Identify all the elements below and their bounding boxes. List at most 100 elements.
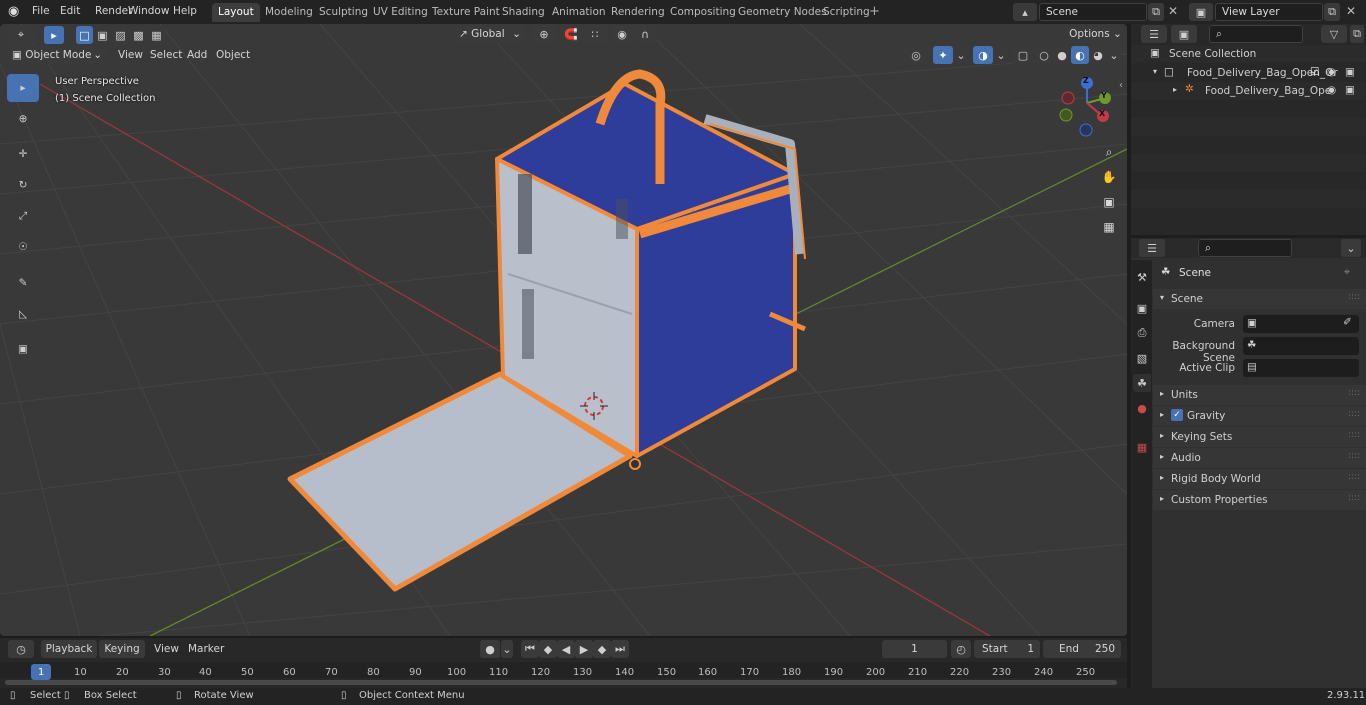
shading-menu-chevron-icon[interactable]: ⌄ <box>1107 46 1121 64</box>
outliner-row-collection[interactable]: ▾ □ Food_Delivery_Bag_Open_Or ☑ ◉ ▣ <box>1131 64 1366 82</box>
properties-editor-type-icon[interactable]: ☰ <box>1139 239 1165 257</box>
object-mode-dropdown[interactable]: ▣ Object Mode ⌄ <box>8 46 106 64</box>
auto-key-chevron-icon[interactable]: ⌄ <box>501 640 513 658</box>
material-preview-icon[interactable]: ◐ <box>1071 46 1089 64</box>
proportional-editing-icon[interactable]: ◉ <box>612 25 632 43</box>
mode-difference-icon[interactable]: ▩ <box>130 26 147 44</box>
view-layer-tab-icon[interactable]: ▧ <box>1133 349 1151 367</box>
output-properties-tab-icon[interactable]: ⎙ <box>1133 324 1151 342</box>
menu-file[interactable]: File <box>27 3 55 20</box>
start-frame-field[interactable]: Start 1 <box>974 640 1040 658</box>
new-scene-icon[interactable]: ⧉ <box>1148 3 1164 21</box>
background-scene-field[interactable]: ☘ <box>1243 337 1359 355</box>
tab-rendering[interactable]: Rendering <box>605 3 671 22</box>
camera-render-icon[interactable]: ▣ <box>1345 66 1355 78</box>
blender-logo-icon[interactable]: ◉ <box>8 4 24 20</box>
jump-end-icon[interactable]: ⏭ <box>611 640 629 658</box>
rigid-body-world-panel-header[interactable]: ▸ Rigid Body World :::: <box>1153 469 1366 489</box>
timeline-menu-keying[interactable]: Keying ⌄ <box>99 640 145 673</box>
editor-type-icon[interactable]: ⌖ <box>8 26 34 44</box>
falloff-icon[interactable]: ∩ <box>633 25 657 43</box>
properties-search-input[interactable]: ⌕ <box>1198 239 1292 257</box>
units-panel-header[interactable]: ▸ Units :::: <box>1153 385 1366 405</box>
mode-intersect-icon[interactable]: ▦ <box>148 26 165 44</box>
rendered-shading-icon[interactable]: ◕ <box>1089 46 1107 64</box>
drag-handle-icon[interactable]: :::: <box>1348 430 1360 440</box>
tab-animation[interactable]: Animation <box>546 3 612 22</box>
timeline-menu-marker[interactable]: Marker <box>182 640 230 658</box>
eyedropper-icon[interactable]: ✐ <box>1343 316 1352 328</box>
tool-scale-icon[interactable]: ⤢ <box>7 202 39 230</box>
render-properties-tab-icon[interactable]: ▣ <box>1133 299 1151 317</box>
gravity-panel-header[interactable]: ▸ ✓ Gravity :::: <box>1153 406 1366 426</box>
timeline-menu-view[interactable]: View <box>148 640 185 658</box>
sidebar-toggle-chevron-icon[interactable]: ‹ <box>1119 80 1123 91</box>
timeline-editor-type-icon[interactable]: ◷ <box>8 640 34 658</box>
tab-shading[interactable]: Shading <box>496 3 551 22</box>
solid-shading-icon[interactable]: ● <box>1053 46 1071 64</box>
tab-modeling[interactable]: Modeling <box>259 3 319 22</box>
drag-handle-icon[interactable]: :::: <box>1348 451 1360 461</box>
drag-handle-icon[interactable]: :::: <box>1348 493 1360 503</box>
custom-properties-panel-header[interactable]: ▸ Custom Properties :::: <box>1153 490 1366 510</box>
scene-panel-header[interactable]: ▾ Scene :::: <box>1153 289 1366 309</box>
navigation-gizmo[interactable] <box>1059 77 1111 137</box>
camera-render-icon[interactable]: ▣ <box>1345 84 1355 96</box>
tool-measure-icon[interactable]: ◺ <box>7 300 39 328</box>
eye-icon[interactable]: ◉ <box>1327 66 1336 78</box>
drag-handle-icon[interactable]: :::: <box>1348 409 1360 419</box>
options-dropdown[interactable]: Options ⌄ <box>1068 25 1123 43</box>
gravity-checkbox[interactable]: ✓ <box>1171 409 1183 421</box>
xray-toggle-icon[interactable]: ▢ <box>1013 46 1033 64</box>
scene-name-field[interactable]: Scene <box>1039 3 1147 21</box>
active-clip-field[interactable]: ▤ <box>1243 359 1359 377</box>
tab-compositing[interactable]: Compositing <box>664 3 742 22</box>
tab-scripting[interactable]: Scripting <box>817 3 876 22</box>
delete-scene-icon[interactable]: ✕ <box>1168 4 1178 18</box>
play-icon[interactable]: ▶ <box>575 640 593 658</box>
camera-field[interactable]: ▣ ✐ <box>1243 315 1359 333</box>
camera-view-icon[interactable]: ▣ <box>1098 191 1120 213</box>
visibility-filter-icon[interactable]: ◎ <box>903 46 929 64</box>
expand-chevron-icon[interactable]: ▸ <box>1173 85 1177 94</box>
drag-handle-icon[interactable]: :::: <box>1348 472 1360 482</box>
add-workspace-icon[interactable]: + <box>869 5 883 19</box>
end-frame-field[interactable]: End 250 <box>1043 640 1121 658</box>
mode-extend-icon[interactable]: ▣ <box>94 26 111 44</box>
menu-window[interactable]: Window <box>123 3 174 20</box>
play-reverse-icon[interactable]: ◀ <box>557 640 575 658</box>
eye-icon[interactable]: ◉ <box>1327 84 1336 96</box>
tool-select-box-icon[interactable]: ▸ <box>7 74 39 102</box>
tool-cursor-icon[interactable]: ⊕ <box>7 105 39 133</box>
checkbox-icon[interactable]: ☑ <box>1310 66 1319 78</box>
drag-handle-icon[interactable]: :::: <box>1348 292 1360 302</box>
view-layer-field[interactable]: View Layer <box>1215 3 1323 21</box>
current-frame-field[interactable]: 1 <box>882 640 947 658</box>
menu-help[interactable]: Help <box>168 3 202 20</box>
expand-chevron-icon[interactable]: ▾ <box>1153 67 1157 76</box>
outliner-editor-type-icon[interactable]: ☰ <box>1141 25 1167 43</box>
tool-annotate-icon[interactable]: ✎ <box>7 269 39 297</box>
mode-new-selection-icon[interactable]: □ <box>76 26 93 44</box>
outliner-row-object[interactable]: ▸ ✲ Food_Delivery_Bag_Ope ◉ ▣ <box>1131 82 1366 100</box>
gizmo-toggle-icon[interactable]: ✦ <box>933 46 953 64</box>
new-view-layer-icon[interactable]: ⧉ <box>1324 3 1340 21</box>
record-keyframe-icon[interactable]: ● <box>480 640 500 658</box>
use-preview-range-icon[interactable]: ◴ <box>951 640 971 658</box>
zoom-icon[interactable]: ⌕ <box>1098 141 1120 163</box>
outliner-display-mode-icon[interactable]: ▣ <box>1171 25 1197 43</box>
tool-properties-tab-icon[interactable]: ⚒ <box>1133 268 1151 286</box>
pivot-point-icon[interactable]: ⊕ <box>531 25 557 43</box>
mode-subtract-icon[interactable]: ▨ <box>112 26 129 44</box>
tab-uv-editing[interactable]: UV Editing <box>367 3 434 22</box>
viewport-menu-add[interactable]: Add <box>181 46 213 64</box>
snap-target-icon[interactable]: ∷ <box>582 25 608 43</box>
keying-sets-panel-header[interactable]: ▸ Keying Sets :::: <box>1153 427 1366 447</box>
scene-properties-tab-icon[interactable]: ☘ <box>1133 374 1151 392</box>
tab-layout[interactable]: Layout <box>212 3 260 22</box>
tab-texture-paint[interactable]: Texture Paint <box>426 3 506 22</box>
drag-handle-icon[interactable]: :::: <box>1348 388 1360 398</box>
properties-options-chevron-icon[interactable]: ⌄ <box>1341 239 1361 257</box>
overlays-menu-chevron-icon[interactable]: ⌄ <box>994 46 1008 64</box>
perspective-toggle-icon[interactable]: ▦ <box>1098 216 1120 238</box>
